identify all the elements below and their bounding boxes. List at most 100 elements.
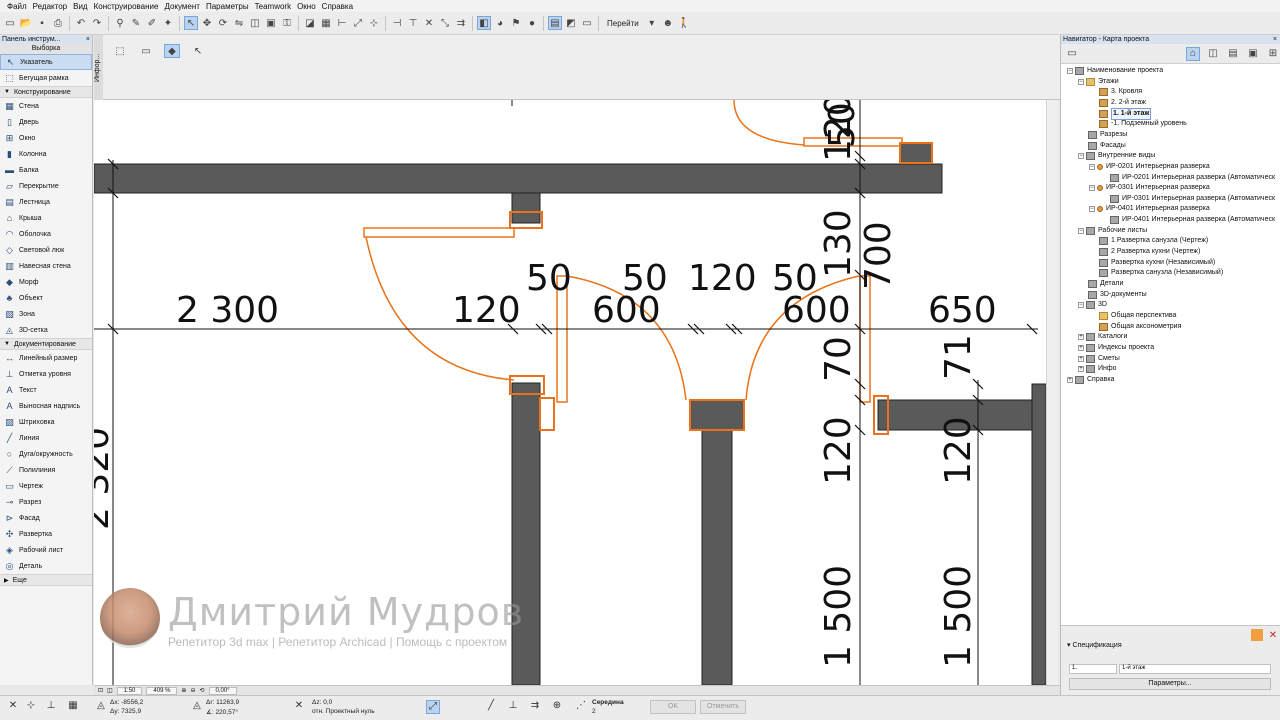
window-layout-icon[interactable]: ▭ [580,16,594,30]
group-icon[interactable]: ▣ [264,16,278,30]
perpendicular-icon[interactable]: ⊥ [506,700,520,714]
record-icon[interactable]: ● [525,16,539,30]
tool-line[interactable]: ╱ Линия [0,430,92,446]
tool-polyline[interactable]: ⟋ Полилиния [0,462,92,478]
tool-marquee[interactable]: ⬚ Бегущая рамка [0,70,92,86]
tool-column[interactable]: ▮ Колонна [0,146,92,162]
tree-item[interactable]: − ИР-0401 Интерьерная разверка [1089,204,1210,214]
resize-icon[interactable]: ⤡ [438,16,452,30]
scale-field[interactable]: 1:50 [116,686,143,695]
menu-item[interactable]: Вид [70,2,90,11]
view-map-icon[interactable]: ◫ [1206,47,1220,61]
find-select-icon[interactable]: ⚲ [113,16,127,30]
tree-item[interactable]: 2 Развертка кухни (Чертеж) [1089,247,1200,257]
tree-item[interactable]: + Каталоги [1078,332,1127,342]
inject-icon[interactable]: ✐ [145,16,159,30]
drag-icon[interactable]: ✥ [200,16,214,30]
tool-zone[interactable]: ▧ Зона [0,306,92,322]
tree-item[interactable]: + Индексы проекта [1078,343,1154,353]
offset-icon[interactable]: ⇉ [528,700,542,714]
tree-item[interactable]: Общая аксонометрия [1089,322,1181,332]
tool-elevation[interactable]: ⊳ Фасад [0,510,92,526]
tree-item[interactable]: 3. Кровля [1089,87,1142,97]
ruler-icon[interactable]: ⊢ [335,16,349,30]
snap-icon[interactable]: ⊹ [367,16,381,30]
offset-icon[interactable]: ⇉ [454,16,468,30]
layout-book-icon[interactable]: ▤ [1226,47,1240,61]
pick-up-icon[interactable]: ✎ [129,16,143,30]
spec-expander[interactable]: ▾ Спецификация [1067,641,1122,649]
snap-value[interactable]: 2 [592,708,596,715]
wall-top[interactable] [94,163,943,194]
tool-window[interactable]: ⊞ Окно [0,130,92,146]
floor-name-field[interactable]: 1-й этаж [1119,664,1271,674]
tree-item[interactable]: − ИР-0301 Интерьерная разверка [1089,183,1210,193]
tree-item[interactable]: 2. 2-й этаж [1089,98,1146,108]
cross-icon[interactable]: ✕ [6,700,20,714]
selection-method-icon[interactable]: ⬚ [112,44,128,58]
tool-wall[interactable]: ▦ Стена [0,98,92,114]
wall-left[interactable] [511,382,541,685]
tool-text[interactable]: A Текст [0,382,92,398]
tree-item[interactable]: Детали [1078,279,1123,289]
layout-book-icon[interactable]: ▤ [548,16,562,30]
teamwork-icon[interactable]: ☻ [661,16,675,30]
collapse-icon[interactable]: − [1089,206,1095,213]
tree-item[interactable]: ИР-0401 Интерьерная разверка (Автоматиче… [1100,215,1275,225]
rotate-view-icon[interactable]: ⟲ [199,687,204,694]
angle-field[interactable]: 0,00° [208,686,237,695]
expand-icon[interactable]: + [1078,344,1084,351]
open-folder-icon[interactable]: 📂 [19,16,33,30]
grid-snap-icon[interactable]: ▦ [66,700,80,714]
wall-stub[interactable] [511,192,541,224]
close-icon[interactable]: × [86,35,90,44]
zoom-out-icon[interactable]: ⊖ [190,687,195,694]
parameters-button[interactable]: Параметры... [1069,678,1271,690]
mirror-icon[interactable]: ⇋ [232,16,246,30]
collapse-icon[interactable]: − [1089,185,1095,192]
line-icon[interactable]: ╱ [484,700,498,714]
door-frame[interactable] [899,142,933,164]
tree-item[interactable]: − ИР-0201 Интерьерная разверка [1089,162,1210,172]
navigator-menu-icon[interactable]: ▭ [1065,47,1079,61]
wall-middle-head[interactable] [689,399,745,431]
tree-item[interactable]: + Справка [1067,375,1114,385]
redo-icon[interactable]: ↷ [90,16,104,30]
zoom-in-icon[interactable]: ⊕ [181,687,186,694]
chevron-down-icon[interactable]: ▾ [645,16,659,30]
tree-item[interactable]: Общая перспектива [1089,311,1176,321]
tree-item[interactable]: Фасады [1078,141,1126,151]
snap-guide-icon[interactable]: ⤢ [426,700,440,714]
door-frame[interactable] [539,397,555,431]
door-leaf[interactable] [859,275,871,403]
tool-pointer[interactable]: ↖ Указатель [0,54,92,70]
pointer-icon[interactable]: ↖ [190,44,206,58]
tool-object[interactable]: ♣ Объект [0,290,92,306]
tool-section[interactable]: ⊸ Разрез [0,494,92,510]
expand-icon[interactable]: + [1078,366,1084,373]
menu-item[interactable]: Справка [319,2,356,11]
tree-item[interactable]: Разрезы [1078,130,1127,140]
expand-icon[interactable]: + [1078,334,1084,341]
layer-icon[interactable]: ◫ [248,16,262,30]
expand-icon[interactable]: + [1078,355,1084,362]
menu-item[interactable]: Параметры [203,2,252,11]
ok-button[interactable]: OK [650,700,696,714]
plan-canvas[interactable]: 2 300 120 50 600 50 120 50 600 650 120 5… [94,100,1046,685]
goto-button[interactable]: Перейти [603,19,643,28]
tree-item[interactable]: ИР-0201 Интерьерная разверка (Автоматиче… [1100,173,1275,183]
tree-item[interactable]: − Этажи [1078,77,1119,87]
organizer-icon[interactable]: ⊞ [1266,47,1280,61]
rectangle-selection-icon[interactable]: ▭ [138,44,154,58]
menu-item[interactable]: Конструирование [91,2,162,11]
tool-skylight[interactable]: ◇ Световой люк [0,242,92,258]
fit-window-icon[interactable]: ⊡ [98,687,103,694]
tool-worksheet[interactable]: ◈ Рабочий лист [0,542,92,558]
measure-icon[interactable]: ⤢ [351,16,365,30]
tool-beam[interactable]: ▬ Балка [0,162,92,178]
save-icon[interactable]: ▪ [35,16,49,30]
tool-stair[interactable]: ▤ Лестница [0,194,92,210]
door-leaf[interactable] [363,227,515,238]
tree-item[interactable]: ИР-0301 Интерьерная разверка (Автоматиче… [1100,194,1275,204]
collapse-icon[interactable]: − [1089,163,1095,170]
